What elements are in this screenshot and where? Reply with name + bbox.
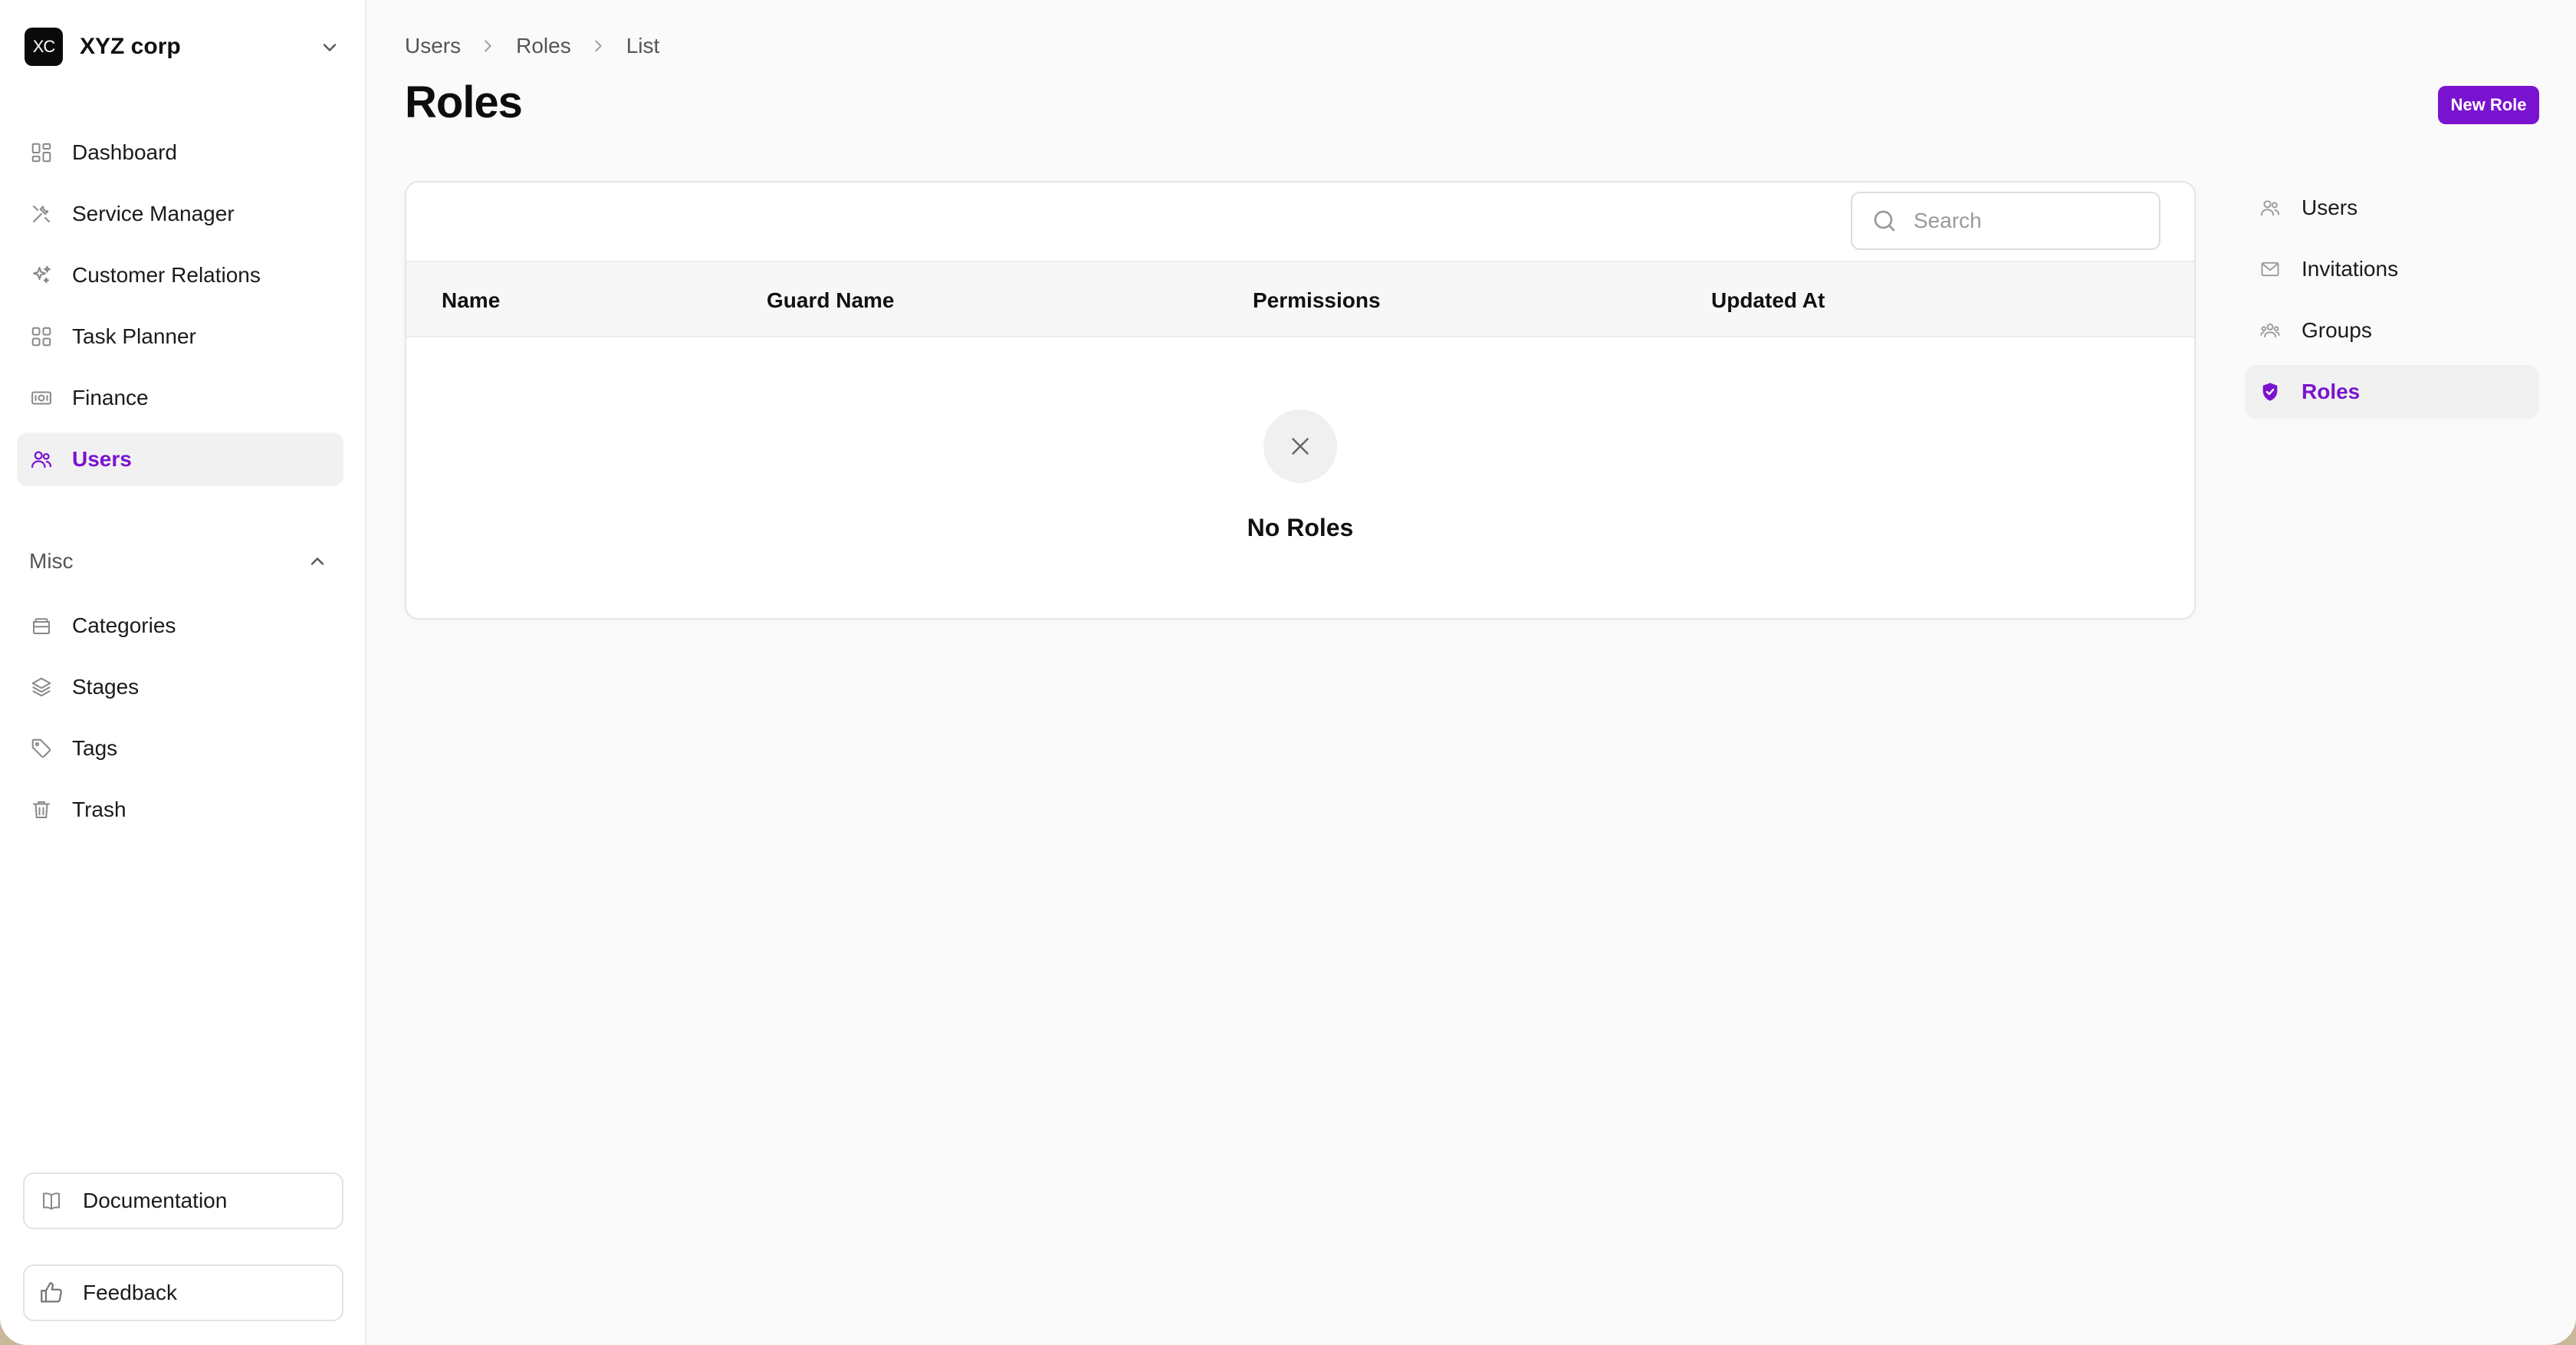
sparkles-icon	[29, 263, 54, 288]
sidebar-item-trash[interactable]: Trash	[17, 783, 343, 837]
subnav-item-label: Invitations	[2302, 257, 2399, 281]
sidebar-item-label: Service Manager	[72, 202, 235, 225]
envelope-icon	[2259, 258, 2282, 281]
grid-icon	[29, 324, 54, 349]
user-group-icon	[2259, 319, 2282, 342]
feedback-button[interactable]: Feedback	[23, 1264, 343, 1321]
column-header-updated-at[interactable]: Updated At	[1711, 288, 1825, 313]
sidebar-item-stages[interactable]: Stages	[17, 660, 343, 714]
sidebar-item-users[interactable]: Users	[17, 432, 343, 486]
shield-check-icon	[2259, 380, 2282, 403]
breadcrumb-item-roles[interactable]: Roles	[516, 34, 571, 58]
roles-table-card: Search Name Guard Name Permissions Updat…	[405, 181, 2196, 620]
book-icon	[38, 1188, 64, 1214]
layers-icon	[29, 675, 54, 699]
sidebar-item-dashboard[interactable]: Dashboard	[17, 126, 343, 179]
folder-icon	[29, 613, 54, 638]
column-header-guard-name[interactable]: Guard Name	[767, 288, 895, 313]
page-title: Roles	[405, 77, 523, 127]
chevron-down-icon[interactable]	[319, 37, 340, 58]
sidebar: XC XYZ corp Dashboard Service Manager Cu…	[0, 0, 366, 1345]
tag-icon	[29, 736, 54, 761]
sidebar-item-tags[interactable]: Tags	[17, 722, 343, 775]
org-switcher[interactable]: XC XYZ corp	[25, 28, 340, 66]
column-header-name[interactable]: Name	[442, 288, 500, 313]
breadcrumb-item-list: List	[626, 34, 660, 58]
search-icon	[1874, 210, 1895, 232]
sidebar-item-customer-relations[interactable]: Customer Relations	[17, 248, 343, 302]
main-nav: Dashboard Service Manager Customer Relat…	[17, 126, 343, 494]
chevron-up-icon	[310, 557, 324, 565]
subnav-item-label: Groups	[2302, 318, 2372, 342]
search-placeholder: Search	[1914, 209, 1982, 232]
subnav-item-groups[interactable]: Groups	[2245, 304, 2539, 357]
chevron-right-icon	[590, 37, 608, 55]
search-input[interactable]: Search	[1851, 192, 2160, 250]
breadcrumb: Users Roles List	[405, 34, 659, 58]
new-role-button[interactable]: New Role	[2438, 86, 2539, 124]
sidebar-item-label: Categories	[72, 613, 176, 637]
column-header-permissions[interactable]: Permissions	[1253, 288, 1381, 313]
thumbs-up-icon	[38, 1280, 64, 1306]
sidebar-item-label: Task Planner	[72, 324, 196, 348]
table-header: Name Guard Name Permissions Updated At	[406, 261, 2194, 337]
banknote-icon	[29, 386, 54, 410]
app-window: XC XYZ corp Dashboard Service Manager Cu…	[0, 0, 2576, 1345]
close-icon	[1292, 438, 1309, 455]
misc-section-label: Misc	[29, 549, 74, 573]
users-subnav: Users Invitations Groups Roles	[2245, 181, 2539, 426]
users-icon	[29, 447, 54, 472]
empty-state-text: No Roles	[1247, 514, 1354, 541]
sidebar-item-label: Finance	[72, 386, 149, 409]
subnav-item-roles[interactable]: Roles	[2245, 365, 2539, 419]
breadcrumb-item-users[interactable]: Users	[405, 34, 461, 58]
sidebar-item-label: Users	[72, 447, 132, 471]
tools-icon	[29, 202, 54, 226]
users-icon	[2259, 196, 2282, 219]
sidebar-item-label: Customer Relations	[72, 263, 261, 287]
subnav-item-users[interactable]: Users	[2245, 181, 2539, 235]
trash-icon	[29, 797, 54, 822]
sidebar-item-categories[interactable]: Categories	[17, 599, 343, 653]
misc-section-toggle[interactable]: Misc	[29, 546, 328, 577]
org-name: XYZ corp	[80, 34, 181, 59]
sidebar-item-label: Stages	[72, 675, 140, 699]
chevron-right-icon	[479, 37, 498, 55]
documentation-button[interactable]: Documentation	[23, 1172, 343, 1229]
subnav-item-label: Roles	[2302, 380, 2361, 403]
sidebar-item-label: Dashboard	[72, 140, 177, 164]
dashboard-icon	[29, 140, 54, 165]
sidebar-item-label: Trash	[72, 797, 127, 821]
sidebar-item-finance[interactable]: Finance	[17, 371, 343, 425]
feedback-label: Feedback	[83, 1281, 177, 1304]
subnav-item-label: Users	[2302, 196, 2358, 219]
org-logo: XC	[25, 28, 63, 66]
sidebar-item-label: Tags	[72, 736, 118, 760]
documentation-label: Documentation	[83, 1189, 228, 1212]
sidebar-item-service-manager[interactable]: Service Manager	[17, 187, 343, 241]
misc-nav: Categories Stages Tags Trash	[17, 599, 343, 844]
subnav-item-invitations[interactable]: Invitations	[2245, 242, 2539, 296]
sidebar-item-task-planner[interactable]: Task Planner	[17, 310, 343, 363]
empty-state-icon	[1263, 409, 1337, 483]
